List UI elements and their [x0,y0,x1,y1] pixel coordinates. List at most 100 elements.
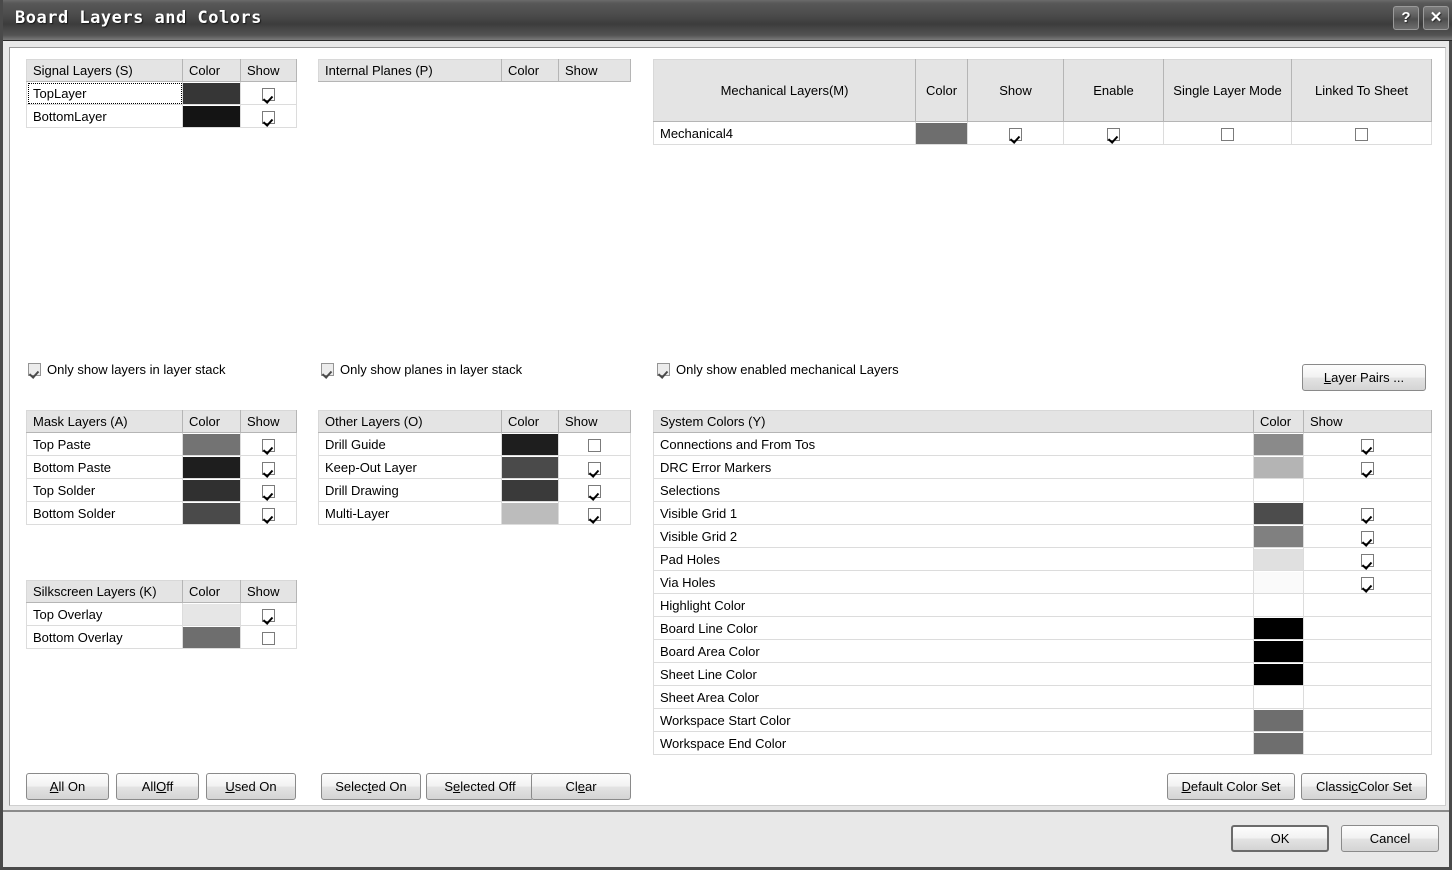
single-layer-mode-checkbox-cell[interactable] [1163,121,1292,145]
table-row[interactable]: Workspace Start Color [653,708,1432,732]
single-layer-mode-checkbox[interactable] [1221,127,1234,141]
enable-checkbox-cell[interactable] [1063,121,1164,145]
only-show-planes-checkbox[interactable] [321,363,334,376]
show-cell[interactable] [1303,616,1432,640]
show-checkbox[interactable] [1361,507,1374,521]
color-swatch[interactable] [183,603,240,625]
color-swatch-cell[interactable] [1253,685,1304,709]
layer-name[interactable]: Bottom Solder [26,501,183,525]
table-row[interactable]: Board Area Color [653,639,1432,663]
col-show[interactable]: Show [967,59,1064,122]
show-checkbox[interactable] [262,461,275,475]
color-swatch[interactable] [502,502,558,524]
layer-name[interactable]: Multi-Layer [318,501,502,525]
col-signal-layers[interactable]: Signal Layers (S) [26,59,183,82]
only-show-mechanical-checkbox[interactable] [657,363,670,376]
show-cell[interactable] [240,625,297,649]
col-enable[interactable]: Enable [1063,59,1164,122]
linked-to-sheet-checkbox-cell[interactable] [1291,121,1432,145]
layer-name[interactable]: Selections [653,478,1254,502]
only-show-layers-option[interactable]: Only show layers in layer stack [28,362,225,377]
color-swatch-cell[interactable] [1253,570,1304,594]
col-show[interactable]: Show [240,410,297,433]
table-row[interactable]: Workspace End Color [653,731,1432,755]
table-row[interactable]: Via Holes [653,570,1432,594]
col-show[interactable]: Show [558,410,631,433]
color-swatch-cell[interactable] [182,104,241,128]
color-swatch-cell[interactable] [182,625,241,649]
show-cell[interactable] [1303,547,1432,571]
col-color[interactable]: Color [182,59,241,82]
col-other-layers[interactable]: Other Layers (O) [318,410,502,433]
col-linked-to-sheet[interactable]: Linked To Sheet [1291,59,1432,122]
table-row[interactable]: Sheet Area Color [653,685,1432,709]
show-cell[interactable] [558,478,631,502]
color-swatch-cell[interactable] [1253,731,1304,755]
show-checkbox[interactable] [262,631,275,645]
table-row[interactable]: Selections [653,478,1432,502]
all-on-button[interactable]: All On [26,773,109,800]
layer-name[interactable]: Keep-Out Layer [318,455,502,479]
color-swatch-cell[interactable] [501,501,559,525]
show-checkbox-cell[interactable] [967,121,1064,145]
color-swatch[interactable] [183,626,240,648]
layer-name[interactable]: Top Paste [26,432,183,456]
used-on-button[interactable]: Used On [206,773,296,800]
show-cell[interactable] [240,501,297,525]
col-color[interactable]: Color [182,580,241,603]
table-row[interactable]: Bottom Overlay [26,625,297,649]
show-checkbox[interactable] [262,484,275,498]
color-swatch[interactable] [1254,502,1303,524]
close-icon[interactable]: ✕ [1423,6,1449,30]
color-swatch-cell[interactable] [182,432,241,456]
color-swatch[interactable] [1254,433,1303,455]
color-swatch-cell[interactable] [915,121,968,145]
color-swatch-cell[interactable] [1253,478,1304,502]
col-show[interactable]: Show [240,580,297,603]
color-swatch-cell[interactable] [501,455,559,479]
color-swatch[interactable] [1254,456,1303,478]
show-checkbox[interactable] [262,110,275,124]
layer-name[interactable]: Bottom Overlay [26,625,183,649]
col-color[interactable]: Color [1253,410,1304,433]
show-cell[interactable] [1303,639,1432,663]
table-row[interactable]: Bottom Solder [26,501,297,525]
col-single-layer-mode[interactable]: Single Layer Mode [1163,59,1292,122]
layer-name[interactable]: Sheet Line Color [653,662,1254,686]
show-checkbox[interactable] [588,507,601,521]
layer-name[interactable]: Workspace End Color [653,731,1254,755]
mechanical-layer-name[interactable]: Mechanical4 [653,121,916,145]
show-cell[interactable] [240,432,297,456]
layer-name[interactable]: Board Line Color [653,616,1254,640]
color-swatch-cell[interactable] [501,478,559,502]
col-show[interactable]: Show [240,59,297,82]
table-row[interactable]: Drill Guide [318,432,631,456]
layer-name[interactable]: Top Overlay [26,602,183,626]
show-checkbox[interactable] [262,87,275,101]
all-off-button[interactable]: All Off [116,773,199,800]
layer-name[interactable]: Board Area Color [653,639,1254,663]
col-color[interactable]: Color [501,410,559,433]
col-silkscreen-layers[interactable]: Silkscreen Layers (K) [26,580,183,603]
table-row[interactable]: Multi-Layer [318,501,631,525]
table-row[interactable]: Sheet Line Color [653,662,1432,686]
col-show[interactable]: Show [558,59,631,82]
col-internal-planes[interactable]: Internal Planes (P) [318,59,502,82]
only-show-layers-checkbox[interactable] [28,363,41,376]
show-cell[interactable] [558,501,631,525]
color-swatch[interactable] [1254,663,1303,685]
col-color[interactable]: Color [915,59,968,122]
show-cell[interactable] [1303,432,1432,456]
show-cell[interactable] [1303,731,1432,755]
col-color[interactable]: Color [182,410,241,433]
color-swatch[interactable] [1254,709,1303,731]
selected-on-button[interactable]: Selec t ed On [321,773,421,800]
color-swatch[interactable] [1254,640,1303,662]
color-swatch-cell[interactable] [1253,455,1304,479]
show-checkbox[interactable] [588,461,601,475]
classic-color-set-button[interactable]: Classi c Color Set [1301,773,1427,800]
show-checkbox[interactable] [588,484,601,498]
show-cell[interactable] [240,602,297,626]
show-cell[interactable] [1303,593,1432,617]
color-swatch[interactable] [183,433,240,455]
